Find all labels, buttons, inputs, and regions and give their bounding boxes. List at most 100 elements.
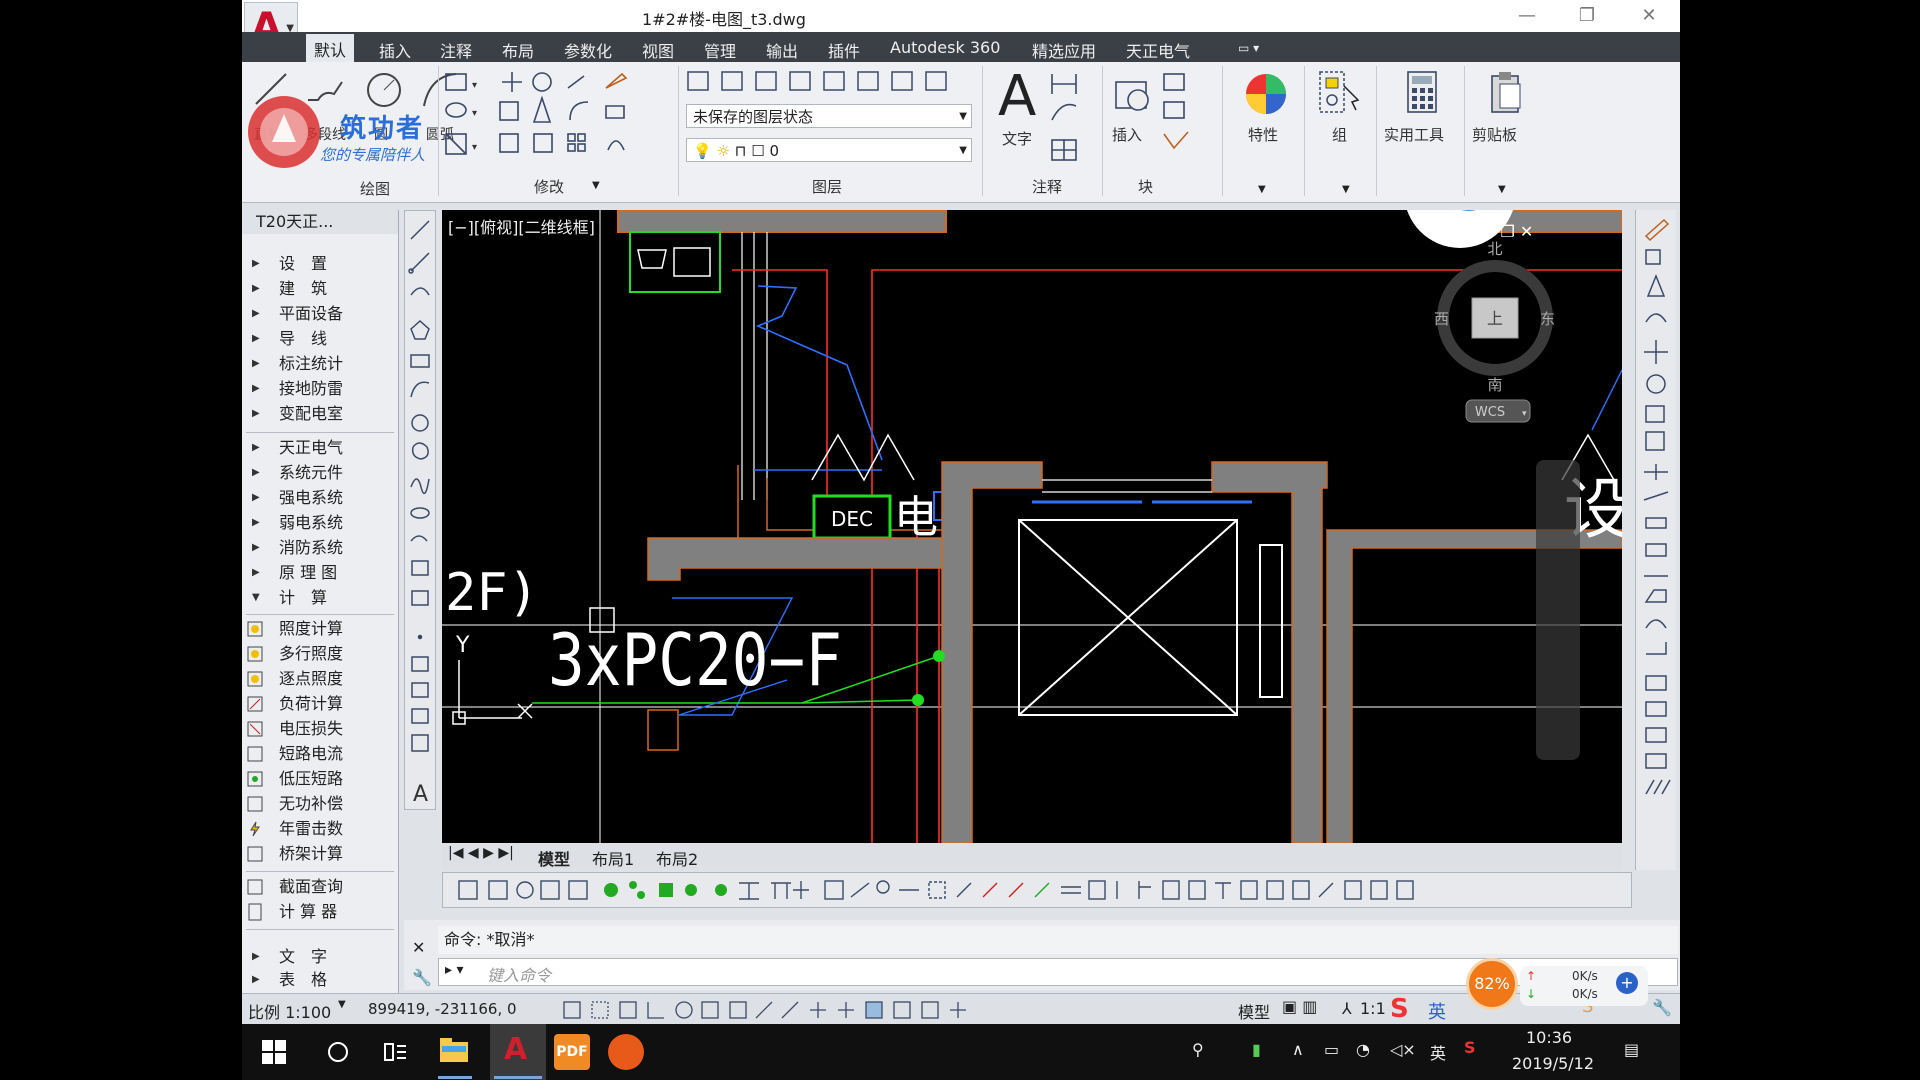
layout-nav-arrows-icon[interactable]: |◀ ◀ ▶ ▶| (448, 845, 514, 861)
task-view-icon[interactable] (382, 1040, 408, 1064)
palette-item-fire-system[interactable]: ▶ 消防系统 (242, 536, 398, 560)
layer-state-select[interactable]: 未保存的图层状态 ▼ (686, 104, 972, 128)
palette-item-lv-short-circuit[interactable]: 低压短路 (242, 767, 398, 791)
minimize-button[interactable]: — (1512, 4, 1542, 28)
tab-view[interactable]: 视图 (642, 38, 674, 62)
taskbar-ime[interactable]: 英 (1430, 1040, 1446, 1064)
palette-item-point-illuminance[interactable]: 逐点照度 (242, 667, 398, 691)
clipboard-label[interactable]: 剪贴板 (1472, 124, 1517, 145)
insert-block-label[interactable]: 插入 (1112, 124, 1142, 145)
annotation-scale-icon[interactable]: ⅄ (1342, 999, 1352, 1018)
tab-tangent-electrical[interactable]: 天正电气 (1126, 38, 1190, 62)
chevron-down-icon[interactable]: ▼ (338, 999, 346, 1010)
tab-annotate[interactable]: 注释 (440, 38, 472, 62)
wrench-icon[interactable]: 🔧 (1652, 998, 1672, 1017)
drawing-viewport[interactable]: DEC 电 2F) 3xPC20−F 设 Y [−][俯视][二维线框] 上 北… (442, 136, 1630, 850)
clipboard-icon[interactable] (1486, 68, 1526, 118)
restore-button[interactable]: ❐ (1572, 4, 1602, 28)
palette-item-substation[interactable]: ▶ 变配电室 (242, 402, 398, 426)
tab-plugins[interactable]: 插件 (828, 38, 860, 62)
pdf-app-icon[interactable]: PDF (554, 1034, 590, 1070)
drawing-canvas[interactable]: DEC 电 2F) 3xPC20−F 设 Y [−][俯视][二维线框] 上 北… (442, 136, 1630, 844)
palette-item-schematic[interactable]: ▶ 原 理 图 (242, 561, 398, 585)
layer-tools-group[interactable] (684, 68, 984, 96)
palette-item-lightning-strikes[interactable]: 年雷击数 (242, 817, 398, 841)
tab-insert[interactable]: 插入 (379, 38, 411, 62)
palette-item-calculation[interactable]: ▼ 计 算 (242, 586, 398, 610)
viewcube[interactable]: 上 北 南 东 西 WCS ▾ (1434, 240, 1555, 423)
drafting-toggle-icons[interactable] (560, 996, 990, 1024)
palette-item-calculator[interactable]: 计 算 器 (242, 900, 398, 924)
people-icon[interactable]: ⚲ (1192, 1040, 1204, 1059)
palette-item-load-calc[interactable]: 负荷计算 (242, 692, 398, 716)
palette-item-voltage-loss[interactable]: 电压损失 (242, 717, 398, 741)
notification-icon[interactable]: ▤ (1624, 1040, 1639, 1059)
block-tools-group[interactable] (1160, 68, 1194, 158)
file-explorer-icon[interactable] (438, 1036, 470, 1066)
chevron-down-icon[interactable]: ▼ (1498, 184, 1506, 195)
battery-icon[interactable]: ▮ (1252, 1040, 1261, 1059)
viewport-controls-label[interactable]: [−][俯视][二维线框] (448, 218, 595, 237)
circle-tool-icon[interactable] (364, 70, 404, 110)
palette-title[interactable]: T20天正... (242, 210, 398, 234)
command-prompt-icon[interactable]: ▸ ▾ (445, 962, 464, 978)
layout-view-icons[interactable]: ▣ ▥ (1282, 997, 1317, 1016)
properties-color-wheel-icon[interactable] (1242, 70, 1290, 118)
palette-item-settings[interactable]: ▶ 设 置 (242, 252, 398, 276)
chevron-up-icon[interactable]: ∧ (1292, 1040, 1304, 1059)
layer-panel-title[interactable]: 图层 (812, 176, 842, 197)
clock-date[interactable]: 2019/5/12 (1512, 1054, 1594, 1073)
ribbon-options-icon[interactable]: ▭ ▾ (1238, 41, 1259, 55)
annotation-panel-title[interactable]: 注释 (1032, 176, 1062, 197)
palette-item-grounding[interactable]: ▶ 接地防雷 (242, 377, 398, 401)
block-panel-title[interactable]: 块 (1138, 176, 1153, 197)
volume-icon[interactable]: ◁× (1390, 1040, 1416, 1059)
close-button[interactable]: ✕ (1634, 4, 1664, 28)
insert-block-icon[interactable] (1110, 72, 1156, 118)
wrench-icon[interactable]: 🔧 (412, 968, 432, 987)
calculator-icon[interactable] (1402, 68, 1442, 118)
network-speed-widget[interactable]: ↑ 0K/s ↓ 0K/s + (1520, 966, 1648, 1006)
palette-item-power-system[interactable]: ▶ 强电系统 (242, 486, 398, 510)
palette-item-short-circuit[interactable]: 短路电流 (242, 742, 398, 766)
palette-item-multi-illuminance[interactable]: 多行照度 (242, 642, 398, 666)
ime-language[interactable]: 英 (1428, 998, 1446, 1024)
palette-item-section-query[interactable]: 截面查询 (242, 875, 398, 899)
utilities-label[interactable]: 实用工具 (1384, 124, 1444, 145)
palette-item-tray-calc[interactable]: 桥架计算 (242, 842, 398, 866)
palette-item-annotation-stats[interactable]: ▶ 标注统计 (242, 352, 398, 376)
palette-item-illuminance[interactable]: 照度计算 (242, 617, 398, 641)
bottom-toolbar-icons[interactable] (443, 873, 1631, 907)
power-icon[interactable]: ▭ (1324, 1040, 1339, 1059)
tab-autodesk360[interactable]: Autodesk 360 (890, 38, 1000, 57)
tab-output[interactable]: 输出 (766, 38, 798, 62)
autocad-taskbar-button[interactable]: A (490, 1024, 546, 1080)
current-layer-select[interactable]: 💡 ☼ ⊓ ☐ 0 ▼ (686, 138, 972, 162)
chevron-down-icon[interactable]: ▼ (1258, 184, 1266, 195)
close-command-icon[interactable]: ✕ (412, 938, 425, 957)
navigation-bar[interactable] (1536, 460, 1580, 760)
annotation-scale[interactable]: 1:1 (1360, 999, 1386, 1018)
palette-item-tangent-electric[interactable]: ▶ 天正电气 (242, 436, 398, 460)
draw-toolbar-icons[interactable]: A (405, 211, 435, 809)
group-tool-icon[interactable] (1316, 68, 1364, 118)
palette-item-wires[interactable]: ▶ 导 线 (242, 327, 398, 351)
windows-start-icon[interactable] (262, 1040, 286, 1064)
dimension-tools-group[interactable] (1048, 70, 1098, 166)
clock-time[interactable]: 10:36 (1526, 1028, 1572, 1047)
search-icon[interactable] (326, 1040, 350, 1064)
scale-selector[interactable]: 比例 1:100 (248, 999, 331, 1023)
tab-layout[interactable]: 布局 (502, 38, 534, 62)
tab-manage[interactable]: 管理 (704, 38, 736, 62)
draw-panel-title[interactable]: 绘图 (360, 178, 390, 199)
chevron-down-icon[interactable]: ▼ (592, 180, 600, 191)
palette-item-system-components[interactable]: ▶ 系统元件 (242, 461, 398, 485)
speed-ball-percent[interactable]: 82% (1466, 958, 1518, 1010)
tab-featured-apps[interactable]: 精选应用 (1032, 38, 1096, 62)
tab-parametric[interactable]: 参数化 (564, 38, 612, 62)
text-tool-label[interactable]: 文字 (1002, 128, 1032, 149)
group-label[interactable]: 组 (1332, 124, 1347, 145)
palette-item-text[interactable]: ▶ 文 字 (242, 945, 398, 969)
tab-default[interactable]: 默认 (306, 34, 355, 64)
palette-item-plan-devices[interactable]: ▶ 平面设备 (242, 302, 398, 326)
